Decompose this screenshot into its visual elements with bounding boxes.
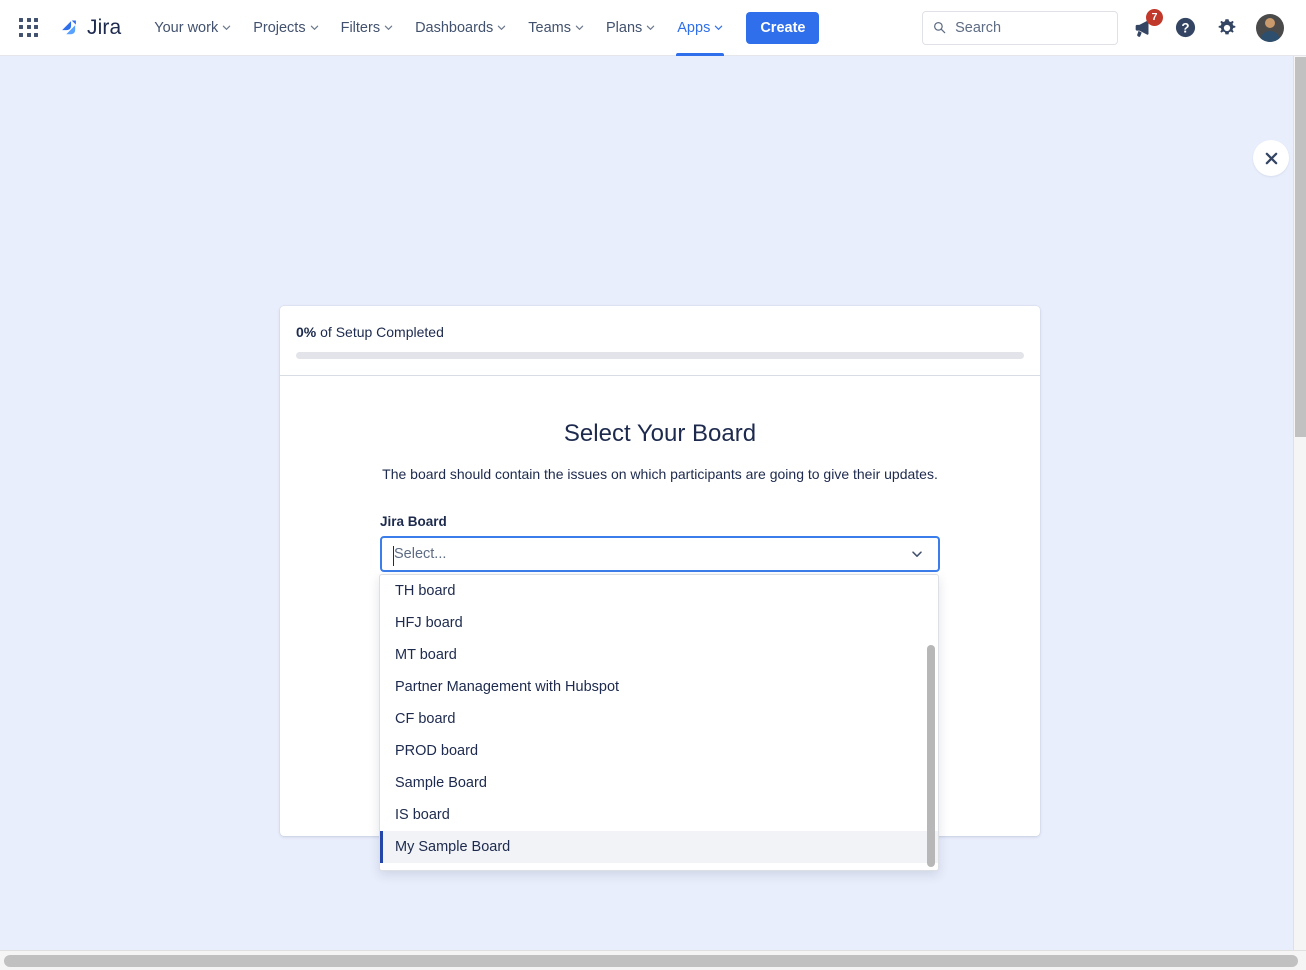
- grid-dot: [19, 17, 23, 22]
- brand-name: Jira: [87, 15, 122, 39]
- grid-dot: [26, 32, 31, 37]
- grid-dot: [26, 25, 31, 29]
- grid-dot: [34, 32, 38, 37]
- grid-dot: [34, 25, 38, 29]
- search-box[interactable]: [922, 10, 1118, 45]
- chevron-down-icon: [498, 25, 506, 31]
- page-subtitle: The board should contain the issues on w…: [382, 466, 938, 482]
- nav-item-teams[interactable]: Teams: [517, 0, 595, 56]
- chevron-down-icon[interactable]: [910, 547, 924, 561]
- nav-item-projects[interactable]: Projects: [242, 0, 329, 56]
- jira-logo-icon: [62, 19, 76, 34]
- setup-progress-section: 0% of Setup Completed: [280, 306, 1040, 376]
- help-question-icon: ?: [1175, 17, 1195, 38]
- jira-home-link[interactable]: Jira: [58, 16, 121, 40]
- close-button[interactable]: [1253, 140, 1289, 176]
- dropdown-option[interactable]: TH board: [380, 575, 938, 607]
- jira-board-label: Jira Board: [380, 514, 447, 529]
- dropdown-option[interactable]: Partner Management with Hubspot: [380, 671, 938, 703]
- dropdown-option[interactable]: Sample Board: [380, 767, 938, 799]
- dropdown-option-highlighted[interactable]: My Sample Board: [380, 831, 938, 863]
- grid-dot: [19, 25, 23, 29]
- jira-board-placeholder: Select...: [394, 546, 447, 562]
- chevron-down-icon: [575, 25, 584, 31]
- nav-item-apps[interactable]: Apps: [666, 0, 734, 56]
- jira-board-dropdown-menu: TH board HFJ board MT board Partner Mana…: [379, 574, 939, 871]
- jira-board-select[interactable]: Select...: [380, 536, 940, 572]
- grid-dot: [19, 32, 23, 37]
- dropdown-option[interactable]: IS board: [380, 799, 938, 831]
- notification-count-badge: 7: [1146, 8, 1163, 26]
- vertical-scrollbar[interactable]: [1293, 56, 1306, 950]
- gear-icon: [1218, 18, 1236, 34]
- help-button[interactable]: ?: [1168, 11, 1202, 45]
- dropdown-option[interactable]: CF board: [380, 703, 938, 735]
- grid-dot: [26, 17, 31, 22]
- nav-item-label: Teams: [528, 19, 571, 36]
- dropdown-option[interactable]: HFJ board: [380, 607, 938, 639]
- search-input[interactable]: [955, 19, 1107, 36]
- nav-item-label: Projects: [253, 19, 306, 36]
- nav-item-plans[interactable]: Plans: [595, 0, 666, 56]
- chevron-down-icon: [384, 25, 393, 31]
- settings-button[interactable]: [1210, 11, 1244, 45]
- chevron-down-icon: [715, 25, 723, 31]
- setup-progress-label: 0% of Setup Completed: [296, 324, 1024, 340]
- nav-item-label: Your work: [154, 19, 219, 36]
- setup-progress-percent: 0%: [296, 324, 317, 340]
- notifications-button[interactable]: 7: [1126, 8, 1163, 45]
- page-title: Select Your Board: [563, 420, 757, 447]
- top-navigation-bar: Jira Your work Projects Filters Dashboar…: [0, 0, 1306, 56]
- page-body: 0% of Setup Completed Select Your Board …: [0, 56, 1293, 950]
- nav-item-label: Filters: [340, 19, 381, 36]
- dropdown-option[interactable]: MT board: [380, 639, 938, 671]
- nav-item-label: Plans: [605, 19, 643, 36]
- dropdown-option[interactable]: PROD board: [380, 735, 938, 767]
- grid-dot: [34, 17, 38, 22]
- user-avatar[interactable]: [1256, 13, 1284, 42]
- nav-item-your-work[interactable]: Your work: [143, 0, 242, 56]
- chevron-down-icon: [310, 25, 318, 31]
- create-button[interactable]: Create: [746, 11, 820, 44]
- search-icon: [934, 21, 946, 34]
- close-x-icon: [1265, 152, 1277, 164]
- horizontal-scrollbar-thumb[interactable]: [4, 955, 1298, 967]
- dropdown-options-list: TH board HFJ board MT board Partner Mana…: [380, 575, 938, 870]
- chevron-down-icon: [647, 25, 655, 31]
- nav-item-dashboards[interactable]: Dashboards: [404, 0, 517, 56]
- grid-apps-icon[interactable]: [18, 17, 40, 39]
- setup-progress-suffix: of Setup Completed: [316, 324, 444, 340]
- chevron-down-icon: [222, 25, 231, 31]
- setup-progress-bar: [296, 352, 1024, 359]
- dropdown-scrollbar-thumb[interactable]: [927, 645, 935, 867]
- svg-text:?: ?: [1181, 20, 1189, 35]
- primary-nav-items: Your work Projects Filters Dashboards Te…: [143, 0, 734, 56]
- horizontal-scrollbar[interactable]: [0, 950, 1306, 970]
- nav-item-filters[interactable]: Filters: [330, 0, 404, 56]
- nav-right-cluster: 7 ?: [922, 8, 1306, 45]
- nav-item-label: Dashboards: [415, 19, 494, 36]
- vertical-scrollbar-thumb[interactable]: [1295, 57, 1306, 437]
- nav-item-label: Apps: [677, 19, 711, 36]
